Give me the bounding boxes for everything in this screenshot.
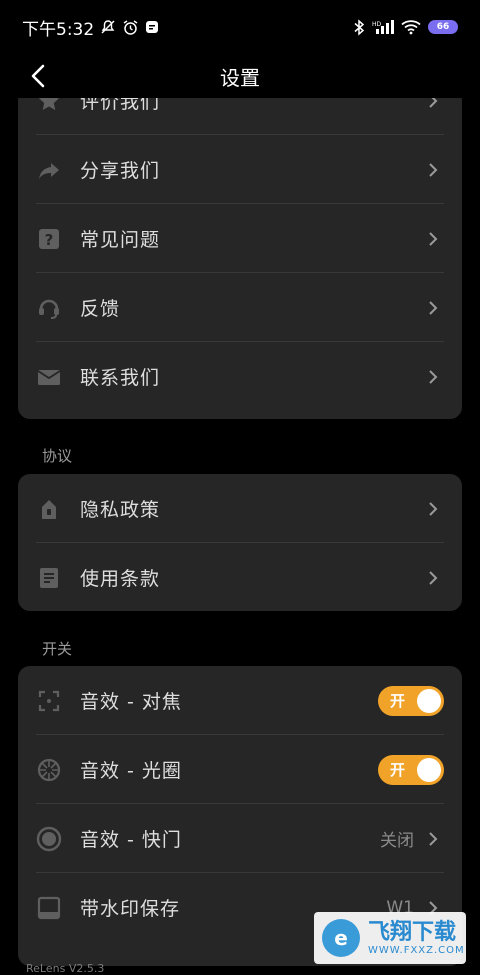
chevron-right-icon xyxy=(426,160,440,180)
row-label: 常见问题 xyxy=(80,225,160,252)
chevron-right-icon xyxy=(426,229,440,249)
row-contact-us[interactable]: 联系我们 xyxy=(18,342,462,411)
watermark-logo-icon: e xyxy=(322,919,360,957)
chevron-right-icon xyxy=(426,829,440,849)
lock-icon xyxy=(36,496,62,522)
site-watermark: e 飞翔下载 WWW.FXXZ.COM xyxy=(314,912,466,964)
section-title-switches: 开关 xyxy=(42,638,72,659)
status-left: 下午5:32 xyxy=(22,15,159,40)
alarm-icon xyxy=(122,19,139,36)
row-label: 评价我们 xyxy=(80,98,160,114)
chevron-right-icon xyxy=(426,367,440,387)
back-button[interactable] xyxy=(24,62,52,90)
agreements-card: 隐私政策 使用条款 xyxy=(18,474,462,611)
question-icon: ? xyxy=(36,226,62,252)
svg-text:?: ? xyxy=(45,231,54,249)
row-rate-us[interactable]: 评价我们 xyxy=(18,98,462,135)
chevron-right-icon xyxy=(426,568,440,588)
row-terms-of-use[interactable]: 使用条款 xyxy=(18,543,462,611)
shutter-icon xyxy=(36,826,62,852)
battery-icon: 66 xyxy=(428,20,458,34)
row-label: 使用条款 xyxy=(80,564,160,591)
toggle-knob xyxy=(417,758,441,782)
status-time: 下午5:32 xyxy=(22,15,94,40)
toggle-label: 开 xyxy=(390,759,405,780)
aperture-icon xyxy=(36,757,62,783)
row-share-us[interactable]: 分享我们 xyxy=(18,135,462,204)
row-label: 音效 - 光圈 xyxy=(80,756,182,783)
watermark-url: WWW.FXXZ.COM xyxy=(368,945,465,956)
watermark-icon xyxy=(36,895,62,921)
mute-icon xyxy=(100,19,116,35)
focus-icon xyxy=(36,688,62,714)
share-icon xyxy=(36,157,62,183)
toggle-label: 开 xyxy=(390,690,405,711)
svg-text:HD: HD xyxy=(372,21,382,28)
row-label: 反馈 xyxy=(80,294,120,321)
watermark-title: 飞翔下载 xyxy=(368,921,465,945)
wifi-icon xyxy=(401,19,421,35)
toggle-knob xyxy=(417,689,441,713)
bluetooth-icon xyxy=(353,19,365,36)
shutter-sound-value: 关闭 xyxy=(380,826,414,851)
chevron-right-icon xyxy=(426,499,440,519)
settings-list[interactable]: 评价我们 分享我们 ? 常见问题 反馈 xyxy=(0,98,480,973)
sound-focus-toggle[interactable]: 开 xyxy=(378,686,444,716)
notification-app-icon xyxy=(145,20,159,34)
row-sound-shutter[interactable]: 音效 - 快门 关闭 xyxy=(18,804,462,873)
app-version: ReLens V2.5.3 xyxy=(26,962,104,975)
mail-icon xyxy=(36,364,62,390)
row-sound-focus[interactable]: 音效 - 对焦 开 xyxy=(18,666,462,735)
headset-icon xyxy=(36,295,62,321)
status-bar: 下午5:32 HD 66 xyxy=(0,0,480,54)
row-label: 联系我们 xyxy=(80,363,160,390)
row-label: 隐私政策 xyxy=(80,495,160,522)
status-right: HD 66 xyxy=(353,19,458,36)
row-privacy-policy[interactable]: 隐私政策 xyxy=(18,474,462,543)
section-title-agreements: 协议 xyxy=(42,445,72,466)
row-label: 分享我们 xyxy=(80,156,160,183)
row-label: 带水印保存 xyxy=(80,894,180,921)
row-sound-aperture[interactable]: 音效 - 光圈 开 xyxy=(18,735,462,804)
row-faq[interactable]: ? 常见问题 xyxy=(18,204,462,273)
page-title: 设置 xyxy=(220,62,260,91)
support-card: 评价我们 分享我们 ? 常见问题 反馈 xyxy=(18,98,462,419)
signal-icon: HD xyxy=(372,19,394,35)
app-header: 设置 xyxy=(0,54,480,98)
document-icon xyxy=(36,565,62,591)
sound-aperture-toggle[interactable]: 开 xyxy=(378,755,444,785)
star-icon xyxy=(36,98,62,114)
chevron-right-icon xyxy=(426,98,440,111)
row-label: 音效 - 快门 xyxy=(80,825,182,852)
watermark-text: 飞翔下载 WWW.FXXZ.COM xyxy=(368,921,465,956)
row-feedback[interactable]: 反馈 xyxy=(18,273,462,342)
chevron-left-icon xyxy=(30,64,46,88)
chevron-right-icon xyxy=(426,298,440,318)
row-label: 音效 - 对焦 xyxy=(80,687,182,714)
